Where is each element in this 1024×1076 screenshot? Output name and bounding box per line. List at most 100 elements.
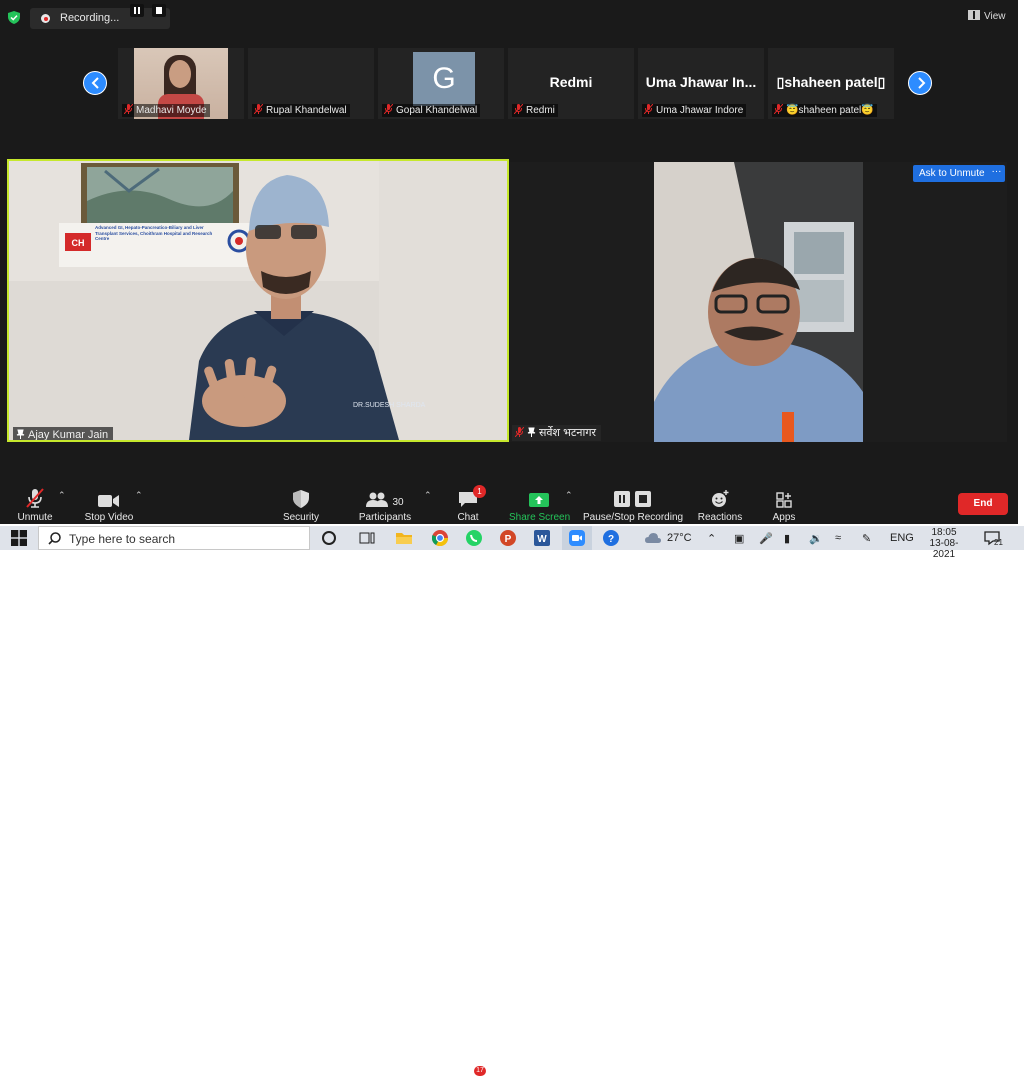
chat-label: Chat	[457, 512, 479, 523]
stop-video-button[interactable]: Stop Video	[80, 486, 138, 523]
security-button[interactable]: Security	[276, 486, 326, 523]
recording-label: Recording...	[60, 12, 120, 24]
volume-icon[interactable]: 🔉	[809, 532, 823, 545]
pen-workspace-icon[interactable]: ✎	[862, 532, 871, 545]
task-view-icon[interactable]	[359, 530, 375, 546]
share-options-chevron-icon[interactable]: ⌃	[565, 490, 573, 501]
participants-count: 30	[392, 497, 404, 508]
powerpoint-icon[interactable]: P	[500, 530, 516, 546]
pin-icon	[527, 427, 536, 437]
share-screen-button[interactable]: Share Screen	[509, 486, 571, 523]
participants-icon	[366, 492, 389, 507]
speaker-video-frame: CH Advanced GI, Hepato-Pancreatico-Bilia…	[9, 161, 507, 440]
participant-name-label: Uma Jhawar Indore	[642, 104, 747, 117]
chrome-icon[interactable]	[432, 530, 448, 546]
video-camera-icon	[98, 495, 119, 507]
audio-options-chevron-icon[interactable]: ⌃	[58, 490, 66, 501]
weather-cloud-icon	[645, 533, 661, 543]
banner-logo-text: CH	[72, 238, 85, 248]
svg-text:?: ?	[608, 534, 614, 545]
zoom-taskbar-button[interactable]	[562, 526, 592, 550]
video-options-chevron-icon[interactable]: ⌃	[135, 490, 143, 501]
word-icon[interactable]: W	[534, 530, 550, 546]
weather-temperature[interactable]: 27°C	[667, 532, 692, 544]
wifi-icon[interactable]: ≈	[835, 532, 841, 544]
speaker-name-label: Ajay Kumar Jain	[13, 427, 114, 440]
shield-icon	[293, 490, 309, 508]
participant-display-name: ▯shaheen patel▯	[776, 74, 886, 90]
participant-thumbnail[interactable]: Redmi Redmi	[508, 48, 634, 119]
view-label: View	[984, 11, 1006, 22]
gallery-view-icon	[968, 10, 980, 20]
clock-time: 18:05	[931, 527, 957, 538]
zoom-meeting-window: Recording... View Madhavi Moyde Rupal Kh…	[0, 0, 1018, 524]
participant-name-label: सर्वेश भटनागर	[512, 425, 602, 441]
apps-button[interactable]: Apps	[769, 486, 799, 523]
participant-name-label: Gopal Khandelwal	[382, 104, 481, 117]
search-icon	[48, 532, 61, 545]
chevron-right-icon	[918, 77, 926, 89]
apps-label: Apps	[772, 512, 796, 523]
muted-mic-icon	[514, 104, 523, 114]
security-shield-icon	[8, 11, 20, 24]
recording-indicator: Recording...	[30, 8, 170, 29]
help-icon[interactable]: ?	[603, 530, 619, 546]
windows-start-icon[interactable]	[11, 530, 27, 546]
muted-mic-icon	[515, 427, 524, 437]
svg-text:W: W	[537, 534, 547, 545]
muted-mic-icon	[254, 104, 263, 114]
participant-display-name: Uma Jhawar In...	[645, 74, 757, 90]
reactions-label: Reactions	[697, 512, 743, 523]
show-hidden-icons-chevron-icon[interactable]: ⌃	[707, 532, 716, 545]
muted-mic-icon	[644, 104, 653, 114]
chat-unread-badge: 1	[473, 485, 486, 498]
recording-dot-icon	[41, 14, 50, 23]
muted-mic-icon	[384, 104, 393, 114]
battery-icon[interactable]: ▮	[784, 532, 790, 545]
participants-options-chevron-icon[interactable]: ⌃	[424, 490, 432, 501]
previous-page-button[interactable]	[83, 71, 107, 95]
participant-video-frame	[654, 162, 863, 442]
input-language[interactable]: ENG	[890, 532, 914, 544]
next-page-button[interactable]	[908, 71, 932, 95]
apps-icon	[776, 492, 792, 508]
participant-thumbnail[interactable]: G Gopal Khandelwal	[378, 48, 504, 119]
microphone-in-use-icon: 🎤	[759, 533, 773, 545]
taskbar-search-input[interactable]: Type here to search	[38, 526, 310, 550]
clock[interactable]: 18:05 13-08-2021	[920, 527, 968, 560]
muted-microphone-icon	[26, 488, 44, 508]
file-explorer-icon[interactable]	[396, 530, 412, 546]
shirt-text: DR.SUDESH SHARDA	[353, 402, 426, 409]
pause-stop-recording-button[interactable]: Pause/Stop Recording	[583, 486, 683, 523]
stop-recording-button[interactable]	[152, 4, 166, 17]
window-edge	[1018, 0, 1024, 524]
reactions-button[interactable]: Reactions	[697, 486, 743, 523]
share-screen-label: Share Screen	[509, 512, 571, 523]
participant-name-label: Madhavi Moyde	[122, 104, 210, 117]
search-placeholder: Type here to search	[69, 532, 176, 546]
banner-text: Advanced GI, Hepato-Pancreatico-Biliary …	[95, 225, 213, 241]
stop-video-label: Stop Video	[84, 512, 134, 523]
participant-video-main[interactable]: सर्वेश भटनागर	[510, 162, 1007, 442]
end-meeting-button[interactable]: End	[958, 493, 1008, 515]
participant-thumbnail[interactable]: Madhavi Moyde	[118, 48, 244, 119]
active-speaker-video[interactable]: CH Advanced GI, Hepato-Pancreatico-Bilia…	[7, 159, 509, 442]
muted-mic-icon	[124, 104, 133, 114]
participant-thumbnail[interactable]: Uma Jhawar In... Uma Jhawar Indore	[638, 48, 764, 119]
meet-now-icon[interactable]: ▣	[734, 532, 744, 545]
more-options-button[interactable]: ···	[988, 165, 1005, 182]
cortana-icon[interactable]	[321, 530, 337, 546]
unmute-button[interactable]: Unmute	[10, 486, 60, 523]
ask-to-unmute-button[interactable]: Ask to Unmute	[913, 165, 991, 182]
pause-recording-button[interactable]	[130, 4, 144, 17]
emoji-reaction-icon	[712, 490, 729, 507]
chevron-left-icon	[91, 77, 99, 89]
whatsapp-icon[interactable]	[466, 530, 482, 546]
zoom-app-icon	[569, 530, 585, 546]
participant-display-name: Redmi	[549, 74, 593, 90]
view-button[interactable]: View	[968, 10, 1006, 22]
share-screen-icon	[529, 493, 549, 507]
participant-thumbnail[interactable]: ▯shaheen patel▯ 😇shaheen patel😇	[768, 48, 894, 119]
participant-thumbnail[interactable]: Rupal Khandelwal	[248, 48, 374, 119]
participants-button[interactable]: 30 Participants	[355, 486, 415, 523]
